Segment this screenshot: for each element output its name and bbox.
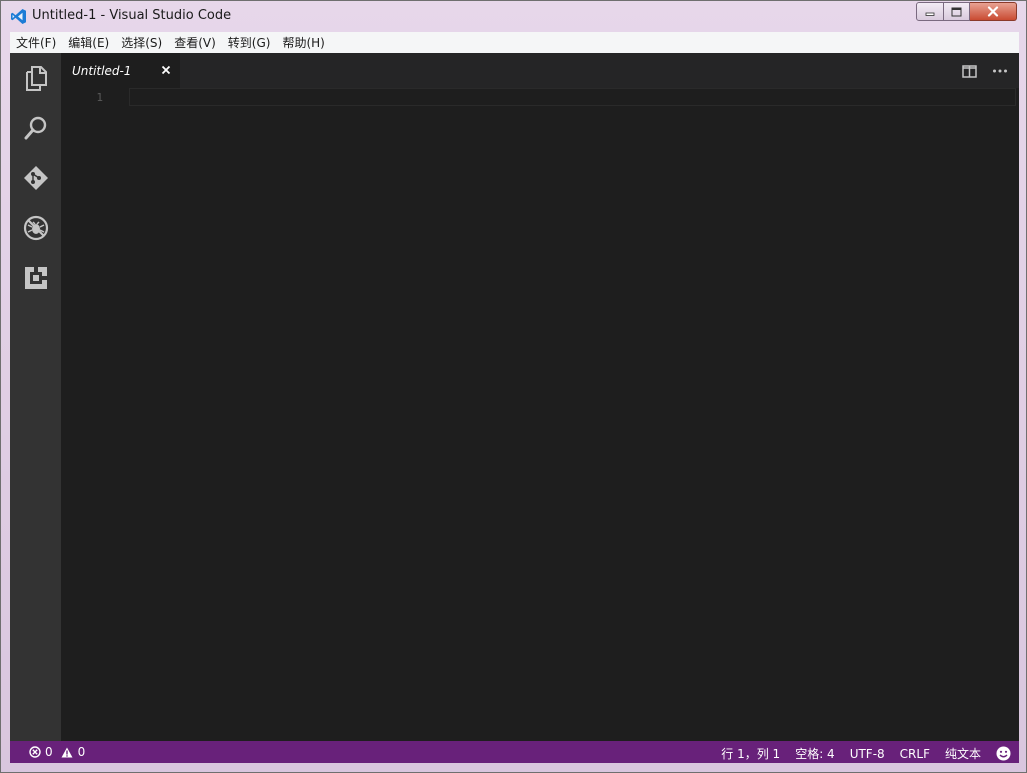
menu-edit[interactable]: 编辑(E) [62,34,115,51]
search-icon[interactable] [23,115,49,141]
restore-icon [951,7,962,16]
warning-icon [61,747,73,758]
warning-count: 0 [77,745,86,759]
git-source-control-icon[interactable] [23,165,49,191]
split-editor-icon[interactable] [961,63,977,79]
error-count: 0 [45,745,53,759]
debug-icon[interactable] [23,215,49,241]
menu-help[interactable]: 帮助(H) [276,34,330,51]
window-caption-buttons [916,2,1017,22]
editor-tab-strip: Untitled-1 [61,53,1019,88]
close-icon[interactable] [159,63,173,77]
language-mode[interactable]: 纯文本 [945,745,981,762]
line-number: 1 [96,91,103,104]
encoding[interactable]: UTF-8 [850,747,885,761]
menu-bar: 文件(F) 编辑(E) 选择(S) 查看(V) 转到(G) 帮助(H) [10,32,1019,53]
cursor-position[interactable]: 行 1，列 1 [721,745,780,762]
line-ending[interactable]: CRLF [900,747,930,761]
tab-untitled-1[interactable]: Untitled-1 [61,53,180,88]
editor-area[interactable]: 1 [61,88,1019,741]
more-actions-icon[interactable] [992,63,1008,79]
menu-selection[interactable]: 选择(S) [115,34,168,51]
vscode-logo-icon [10,8,27,25]
activity-bar [10,53,61,741]
menu-view[interactable]: 查看(V) [168,34,222,51]
files-explorer-icon[interactable] [23,65,49,91]
close-window-button[interactable] [970,2,1017,21]
menu-goto[interactable]: 转到(G) [222,34,277,51]
close-window-icon [987,6,999,17]
error-icon [29,746,41,758]
minimize-icon [925,12,935,16]
minimize-button[interactable] [916,2,944,21]
smiley-feedback-icon[interactable] [996,746,1011,761]
title-bar[interactable]: Untitled-1 - Visual Studio Code [1,1,1026,31]
current-line-highlight[interactable] [129,88,1016,106]
indentation[interactable]: 空格: 4 [795,745,835,762]
workbench: Untitled-1 1 [10,53,1019,741]
restore-button[interactable] [944,2,970,21]
window-title: Untitled-1 - Visual Studio Code [32,8,232,23]
problems-indicator[interactable]: 0 0 [29,745,85,759]
menu-file[interactable]: 文件(F) [10,34,62,51]
extensions-icon[interactable] [23,265,49,291]
app-window: Untitled-1 - Visual Studio Code 文件(F) 编辑… [0,0,1027,773]
status-bar: 0 0 行 1，列 1 空格: 4 UTF-8 CRLF 纯文本 [10,741,1019,763]
tab-label: Untitled-1 [72,64,132,78]
